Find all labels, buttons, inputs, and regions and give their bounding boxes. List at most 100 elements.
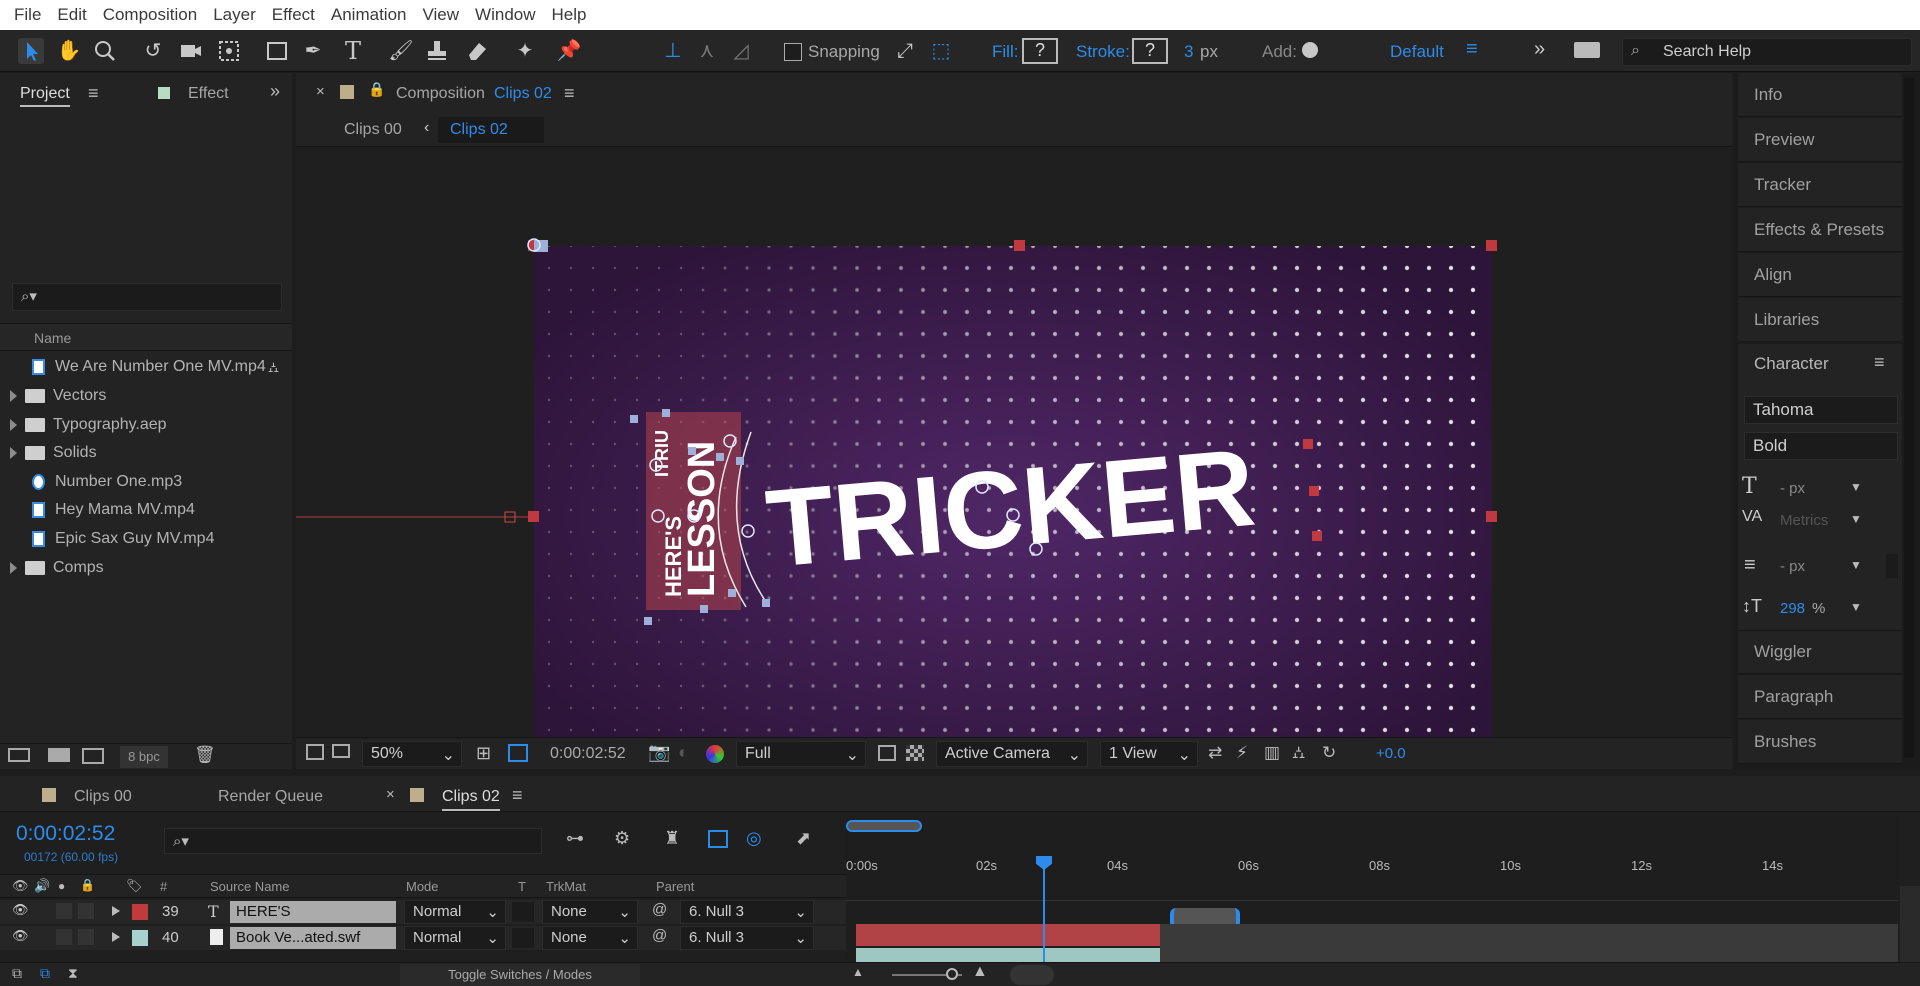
label-tag-icon[interactable]: 🏷 [126,878,143,894]
hand-tool-icon[interactable]: ✋ [56,38,82,64]
transfer-controls-icon[interactable]: ⧉ [40,965,50,982]
brush-tool-icon[interactable]: 🖌 [388,38,414,64]
column-mode[interactable]: Mode [406,879,439,894]
delete-icon[interactable]: 🗑 [194,745,216,765]
expand-arrow-icon[interactable] [10,419,17,431]
layer-search-input[interactable]: ⌕▾ [164,828,542,854]
tab-render-queue[interactable]: Render Queue [218,788,323,806]
expand-chevron-icon[interactable]: » [1534,38,1545,61]
type-tool-icon[interactable]: T [340,38,366,64]
workspace-default[interactable]: Default [1390,42,1444,62]
panel-libraries[interactable]: Libraries [1738,298,1902,342]
chevron-down-icon[interactable]: ▼ [1850,480,1862,494]
toggle-pixel-aspect-icon[interactable]: ⇄ [1208,743,1222,763]
playhead-handle[interactable] [1036,856,1052,870]
flowchart-icon[interactable]: ⛼ [1292,743,1305,765]
layer-mode-select[interactable]: Normal ⌄ [404,900,506,924]
close-icon[interactable]: × [386,786,395,803]
transparency-grid-icon[interactable] [906,745,924,761]
audio-icon[interactable]: 🔊 [34,878,50,894]
safe-zones-icon[interactable]: ⊞ [476,743,491,764]
zoom-out-icon[interactable]: ▲ [852,965,864,979]
show-snapshot-icon[interactable]: ◐ [678,742,689,763]
chevron-down-icon[interactable]: ▼ [1850,558,1862,572]
reset-exposure-icon[interactable]: ↻ [1322,743,1336,763]
resolution-select[interactable]: Full ⌄ [736,741,866,767]
font-size-value[interactable]: - px [1780,480,1805,497]
shy-layers-icon[interactable]: ♜ [664,828,680,849]
column-trkmat[interactable]: TrkMat [546,879,586,894]
list-item[interactable]: Comps [0,554,290,582]
menu-edit[interactable]: Edit [49,5,94,25]
panel-wiggler[interactable]: Wiggler [1738,630,1902,674]
panel-menu-icon[interactable]: ≡ [564,83,575,104]
eye-icon[interactable]: 👁 [12,878,29,894]
scroll-indicator[interactable] [1010,965,1054,985]
pan-behind-tool-icon[interactable] [216,38,242,64]
panel-menu-icon[interactable]: ≡ [1874,352,1885,373]
time-navigator[interactable] [846,820,922,832]
menu-help[interactable]: Help [544,5,595,25]
fill-swatch[interactable]: ? [1022,38,1058,64]
menu-effect[interactable]: Effect [264,5,323,25]
list-item[interactable]: Hey Mama MV.mp4 [0,496,290,524]
current-time-display[interactable]: 0:00:02:52 [550,745,626,763]
local-axis-icon[interactable]: ⊥ [660,38,686,64]
composition-tab-name[interactable]: Clips 02 [494,85,552,103]
zoom-in-icon[interactable]: ▲ [972,963,988,981]
timeline-scrollbar[interactable] [1900,886,1920,966]
panel-tracker[interactable]: Tracker [1738,163,1902,207]
expand-arrow-icon[interactable] [10,562,17,574]
puppet-pin-tool-icon[interactable]: 📌 [556,38,582,64]
zoom-select[interactable]: 50% ⌄ [362,741,462,767]
view-axis-icon[interactable]: ◿ [728,38,754,64]
menu-view[interactable]: View [415,5,468,25]
list-item[interactable]: Vectors [0,382,290,410]
composition-tab-label[interactable]: Composition [396,85,485,103]
panel-align[interactable]: Align [1738,253,1902,297]
chevron-down-icon[interactable]: ▼ [1850,512,1862,526]
add-button[interactable] [1302,42,1318,58]
tab-project[interactable]: Project [20,85,70,107]
menu-window[interactable]: Window [467,5,543,25]
timeline-icon[interactable]: ▥ [1264,743,1280,763]
snapshot-icon[interactable]: 📷 [648,742,670,763]
frame-blending-icon[interactable] [708,830,728,848]
solo-toggle[interactable] [56,929,72,945]
stroke-label[interactable]: Stroke: [1076,42,1130,62]
menu-file[interactable]: File [6,5,49,25]
panel-menu-icon[interactable]: ≡ [512,785,523,806]
vertical-scale-value[interactable]: 298 [1780,600,1805,617]
mask-visibility-icon[interactable] [508,744,528,762]
world-axis-icon[interactable]: ⋏ [694,38,720,64]
composition-viewer[interactable]: TRICKER HERE'S LESSON ITRIU [296,147,1732,737]
snapping-checkbox[interactable] [784,43,802,61]
solo-toggle[interactable] [56,903,72,919]
region-of-interest-icon[interactable] [878,745,896,761]
pick-whip-icon[interactable]: @ [652,901,667,918]
stroke-width-value[interactable]: 3 [1184,42,1193,62]
workspace-menu-icon[interactable]: ≡ [1466,38,1478,61]
tab-clips-02[interactable]: Clips 02 [442,788,500,811]
expand-arrow-icon[interactable] [10,447,17,459]
bit-depth-button[interactable]: 8 bpc [120,746,168,768]
zoom-slider-thumb[interactable] [946,968,958,980]
panel-effects-presets[interactable]: Effects & Presets [1738,208,1902,252]
panel-info[interactable]: Info [1738,73,1902,117]
rectangle-tool-icon[interactable] [264,38,290,64]
list-item[interactable]: Typography.aep [0,411,290,439]
panel-brushes[interactable]: Brushes [1738,720,1902,764]
exposure-value[interactable]: +0.0 [1376,745,1406,762]
list-item[interactable]: We Are Number One MV.mp4 [0,353,290,381]
preserve-transparency-toggle[interactable] [512,902,534,922]
timeline-current-time[interactable]: 0:00:02:52 [16,822,115,846]
lock-icon[interactable]: 🔒 [80,878,95,892]
views-select[interactable]: 1 View ⌄ [1100,741,1198,767]
preserve-transparency-toggle[interactable] [512,928,534,948]
camera-select[interactable]: Active Camera ⌄ [936,741,1088,767]
always-preview-icon[interactable] [306,744,324,760]
playhead[interactable] [1043,862,1045,970]
menu-layer[interactable]: Layer [205,5,264,25]
column-t[interactable]: T [518,879,526,894]
list-item[interactable]: Number One.mp3 [0,468,290,496]
